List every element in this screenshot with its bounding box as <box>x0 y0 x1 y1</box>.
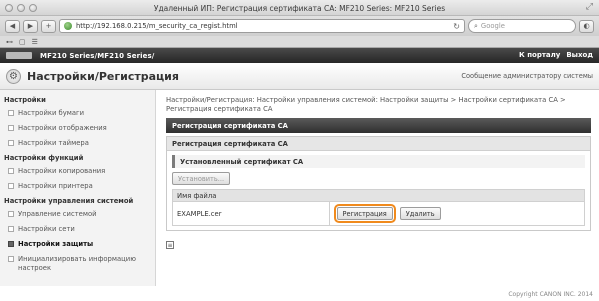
installed-ca-heading: Установленный сертификат CA <box>172 155 585 168</box>
sidebar-item-network[interactable]: Настройки сети <box>0 222 155 237</box>
bookmarks-icon[interactable]: ☰ <box>32 38 38 46</box>
sidebar-item-label: Настройки сети <box>18 225 75 233</box>
sidebar-item-label: Настройки бумаги <box>18 109 85 117</box>
install-button[interactable]: Установить... <box>172 172 231 185</box>
sidebar-item-label: Настройки отображения <box>18 124 107 132</box>
back-button[interactable]: ◀ <box>5 19 20 33</box>
sidebar-group-settings[interactable]: Настройки <box>0 93 155 106</box>
search-icon: ⌕ <box>474 21 478 30</box>
browser-window: Удаленный ИП: Регистрация сертификата CA… <box>0 0 599 301</box>
logout-link[interactable]: Выход <box>566 51 593 59</box>
section-title: Регистрация сертификата CA <box>166 118 591 133</box>
settings-icon: ⚙ <box>6 68 21 84</box>
certificate-table: Имя файла EXAMPLE.cer Регистрация Удалит… <box>172 189 586 226</box>
sidebar-group-functions[interactable]: Настройки функций <box>0 151 155 164</box>
sidebar-item-system-management[interactable]: Управление системой <box>0 207 155 222</box>
forward-button[interactable]: ▶ <box>23 19 38 33</box>
bullet-icon <box>8 168 14 174</box>
bullet-icon <box>8 110 14 116</box>
reading-list-icon[interactable]: ⊷ <box>6 38 13 46</box>
content-area: Настройки Настройки бумаги Настройки ото… <box>0 90 599 286</box>
sidebar-item-label: Настройки копирования <box>18 167 106 175</box>
sidebar-item-copy[interactable]: Настройки копирования <box>0 164 155 179</box>
message-admin-link[interactable]: Сообщение администратору системы <box>461 72 593 80</box>
sidebar: Настройки Настройки бумаги Настройки ото… <box>0 90 156 286</box>
model-name: MF210 Series/MF210 Series/ <box>40 51 155 60</box>
main-panel: Настройки/Регистрация: Настройки управле… <box>156 90 599 286</box>
title-bar: Удаленный ИП: Регистрация сертификата CA… <box>0 0 599 16</box>
bullet-icon <box>8 256 14 262</box>
bullet-icon <box>8 183 14 189</box>
register-button[interactable]: Регистрация <box>336 207 393 220</box>
sidebar-item-timer[interactable]: Настройки таймера <box>0 136 155 151</box>
header-links: К порталу Выход <box>519 51 593 59</box>
sidebar-item-paper[interactable]: Настройки бумаги <box>0 106 155 121</box>
site-icon <box>64 22 72 30</box>
add-bookmark-button[interactable]: + <box>41 19 56 33</box>
breadcrumb: Настройки/Регистрация: Настройки управле… <box>166 96 566 113</box>
bullet-icon <box>8 241 14 247</box>
window-title: Удаленный ИП: Регистрация сертификата CA… <box>153 4 446 13</box>
sidebar-item-display[interactable]: Настройки отображения <box>0 121 155 136</box>
table-header-row: Имя файла <box>172 189 585 202</box>
sidebar-group-system[interactable]: Настройки управления системой <box>0 194 155 207</box>
reload-icon[interactable]: ↻ <box>453 22 460 31</box>
registration-panel: Регистрация сертификата CA Установленный… <box>166 136 591 231</box>
bullet-icon <box>8 226 14 232</box>
brand-logo <box>6 52 32 59</box>
actions-cell: Регистрация Удалить <box>328 201 586 226</box>
copyright-text: Copyright CANON INC. 2014 <box>508 291 593 298</box>
page-heading: ⚙ Настройки/Регистрация Сообщение админи… <box>0 63 599 90</box>
sidebar-item-label: Инициализировать информацию настроек <box>18 255 136 272</box>
address-text: http://192.168.0.215/m_security_ca_regis… <box>76 22 238 30</box>
search-field[interactable]: ⌕ Google <box>468 19 576 33</box>
table-row: EXAMPLE.cer Регистрация Удалить <box>172 201 586 226</box>
register-highlight: Регистрация <box>333 204 396 223</box>
reader-button[interactable]: ◐ <box>579 19 594 33</box>
bullet-icon <box>8 125 14 131</box>
bullet-icon <box>8 211 14 217</box>
row-actions: Регистрация Удалить <box>333 204 584 223</box>
file-name-header: Имя файла <box>172 189 585 202</box>
bookmarks-bar: ⊷ ▢ ☰ <box>0 36 599 48</box>
delete-button[interactable]: Удалить <box>399 207 441 220</box>
fullscreen-icon[interactable]: ⤢ <box>586 2 593 12</box>
address-bar[interactable]: http://192.168.0.215/m_security_ca_regis… <box>59 19 465 33</box>
sidebar-item-label: Настройки принтера <box>18 182 93 190</box>
top-sites-icon[interactable]: ▢ <box>19 38 26 46</box>
browser-toolbar: ◀ ▶ + http://192.168.0.215/m_security_ca… <box>0 16 599 36</box>
sidebar-item-security[interactable]: Настройки защиты <box>0 237 155 252</box>
sidebar-item-label: Управление системой <box>18 210 97 218</box>
device-header: MF210 Series/MF210 Series/ К порталу Вых… <box>0 48 599 63</box>
file-name-cell: EXAMPLE.cer <box>172 201 330 226</box>
sidebar-item-label: Настройки таймера <box>18 139 89 147</box>
scroll-top-icon[interactable]: ≡ <box>166 241 174 249</box>
panel-body: Установленный сертификат CA Установить..… <box>167 151 590 230</box>
bullet-icon <box>8 140 14 146</box>
search-placeholder: Google <box>480 22 505 30</box>
sidebar-item-initialize[interactable]: Инициализировать информацию настроек <box>0 252 155 276</box>
sidebar-item-label: Настройки защиты <box>18 240 94 248</box>
portal-link[interactable]: К порталу <box>519 51 560 59</box>
sidebar-item-printer[interactable]: Настройки принтера <box>0 179 155 194</box>
panel-title: Регистрация сертификата CA <box>167 137 590 151</box>
page-title: Настройки/Регистрация <box>27 69 179 83</box>
